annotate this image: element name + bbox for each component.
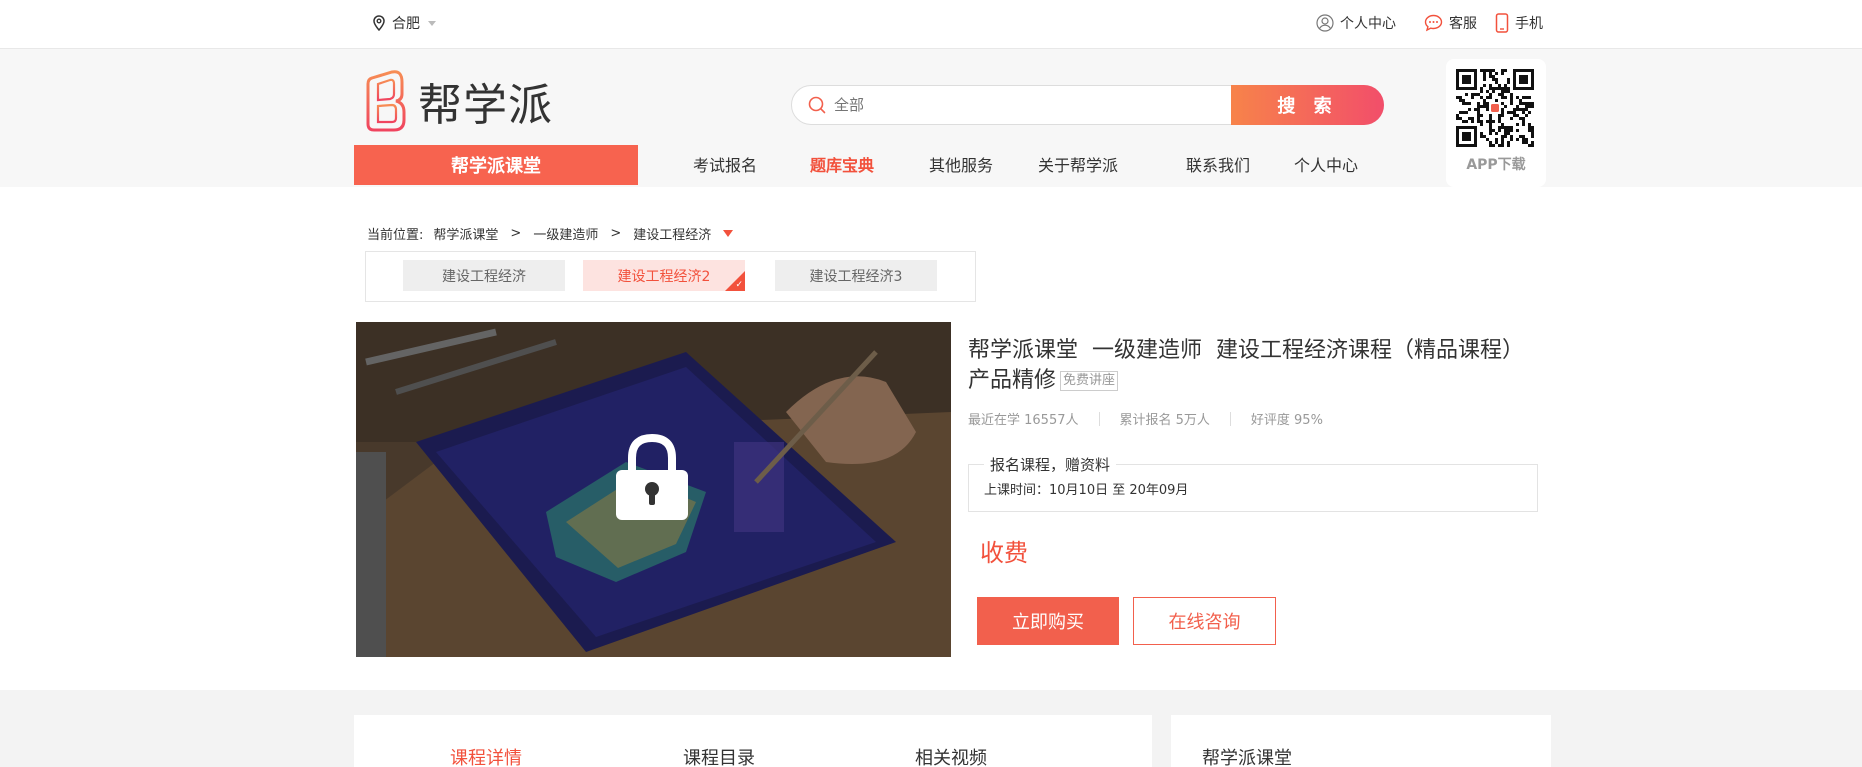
city-label: 合肥 — [392, 16, 420, 32]
side-card-title: 帮学派课堂 — [1202, 748, 1292, 767]
course-title-part: 帮学派课堂 — [968, 338, 1079, 363]
app-download-label: APP下载 — [1466, 157, 1526, 173]
chevron-down-icon — [428, 20, 436, 26]
stat-registrations: 累计报名 5万人 — [1119, 413, 1210, 428]
site-logo[interactable]: 帮学派 — [364, 70, 553, 132]
stat-divider — [1229, 411, 1231, 426]
free-lecture-tag: 免费讲座 — [1060, 371, 1119, 391]
nav-item-about[interactable]: 关于帮学派 — [1038, 155, 1118, 177]
stat-rating: 好评度 95% — [1250, 413, 1323, 428]
breadcrumb-item[interactable]: 一级建造师 — [533, 224, 598, 243]
nav-item-question-bank[interactable]: 题库宝典 — [810, 155, 874, 177]
breadcrumb: 当前位置: 帮学派课堂 > 一级建造师 > 建设工程经济 — [367, 224, 734, 243]
user-icon — [1316, 14, 1334, 32]
course-stats: 最近在学 16557人 累计报名 5万人 好评度 95% — [968, 409, 1323, 428]
course-chip[interactable]: 建设工程经济 — [403, 260, 565, 291]
tab-course-catalog[interactable]: 课程目录 — [683, 744, 755, 767]
nav-item-other-services[interactable]: 其他服务 — [929, 155, 993, 177]
buy-now-button[interactable]: 立即购买 — [977, 597, 1119, 645]
stat-learning-now: 最近在学 16557人 — [968, 413, 1079, 428]
breadcrumb-label: 当前位置: — [367, 228, 424, 243]
nav-item-contact[interactable]: 联系我们 — [1186, 155, 1250, 177]
course-chip-active[interactable]: 建设工程经济2 ✓ — [583, 260, 745, 291]
customer-service-label: 客服 — [1449, 16, 1477, 32]
mobile-label: 手机 — [1515, 16, 1543, 32]
user-center-label: 个人中心 — [1340, 16, 1396, 32]
tab-related-videos[interactable]: 相关视频 — [915, 744, 987, 767]
tab-course-details[interactable]: 课程详情 — [450, 744, 522, 767]
course-chip[interactable]: 建设工程经济3 — [775, 260, 937, 291]
search-icon — [808, 96, 826, 118]
qr-code — [1456, 69, 1534, 151]
promo-title: 报名课程，赠资料 — [984, 454, 1117, 475]
mobile-phone-icon — [1495, 13, 1509, 33]
course-chip-label: 建设工程经济2 — [617, 268, 711, 285]
breadcrumb-separator: > — [510, 226, 522, 241]
chat-bubble-icon — [1424, 14, 1443, 32]
breadcrumb-separator: > — [610, 226, 622, 241]
check-icon: ✓ — [735, 280, 743, 290]
course-title-part: 一级建造师 — [1092, 338, 1203, 363]
nav-item-user-center[interactable]: 个人中心 — [1294, 155, 1358, 177]
caret-down-icon[interactable] — [723, 230, 734, 237]
online-consult-button[interactable]: 在线咨询 — [1133, 597, 1276, 645]
search-button[interactable]: 搜 索 — [1231, 85, 1384, 125]
nav-item-exam-registration[interactable]: 考试报名 — [693, 155, 757, 177]
location-pin-icon — [372, 15, 386, 31]
breadcrumb-item[interactable]: 建设工程经济 — [633, 224, 711, 243]
logo-mark-icon — [366, 70, 406, 132]
mobile-link[interactable]: 手机 — [1495, 13, 1543, 33]
lock-icon — [614, 432, 690, 526]
top-utility-bar — [0, 0, 1862, 49]
class-time: 上课时间：10月10日 至 20年09月 — [984, 483, 1189, 498]
course-title: 帮学派课堂 一级建造师 建设工程经济课程（精品课程）产品精修 免费讲座 — [968, 336, 1538, 396]
customer-service-link[interactable]: 客服 — [1424, 13, 1477, 33]
stat-divider — [1098, 411, 1100, 426]
price-label: 收费 — [980, 539, 1028, 567]
city-selector[interactable]: 合肥 — [372, 13, 436, 33]
breadcrumb-item[interactable]: 帮学派课堂 — [433, 224, 498, 243]
user-center-link[interactable]: 个人中心 — [1316, 13, 1396, 33]
logo-text: 帮学派 — [418, 80, 553, 131]
nav-brand-button[interactable]: 帮学派课堂 — [354, 145, 638, 185]
